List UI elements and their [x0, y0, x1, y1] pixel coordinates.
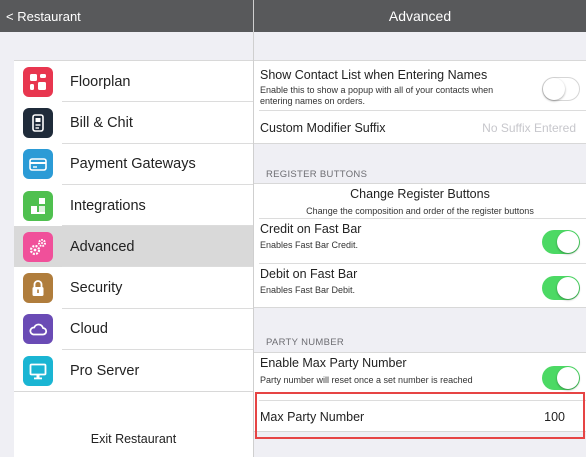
sidebar-item-label: Advanced	[70, 238, 135, 255]
row-divider	[259, 218, 586, 219]
register-buttons-section-header: REGISTER BUTTONS	[266, 169, 368, 180]
integrations-icon	[23, 190, 53, 221]
lock-icon	[23, 273, 53, 304]
change-register-buttons-description: Change the composition and order of the …	[306, 206, 534, 216]
debit-fast-bar-title: Debit on Fast Bar	[260, 267, 358, 281]
sidebar-item-label: Security	[70, 280, 123, 297]
enable-max-party-toggle[interactable]	[542, 366, 580, 390]
enable-max-party-description: Party number will reset once a set numbe…	[260, 375, 473, 385]
receipt-icon	[23, 107, 53, 138]
row-divider	[259, 110, 586, 111]
page-title: Advanced	[388, 8, 452, 24]
sidebar-item-label: Pro Server	[70, 362, 140, 379]
enable-max-party-title: Enable Max Party Number	[260, 356, 407, 370]
contact-list-description: Enable this to show a popup with all of …	[260, 85, 494, 106]
sidebar-item-payment-gateways[interactable]: Payment Gateways	[14, 144, 253, 186]
sidebar-menu: Floorplan Bill & Chit Payment Gateways I…	[14, 60, 253, 393]
party-number-section-header: PARTY NUMBER	[266, 337, 345, 348]
contact-list-title: Show Contact List when Entering Names	[260, 68, 488, 82]
sidebar-item-label: Integrations	[70, 197, 146, 214]
floorplan-icon	[23, 66, 53, 97]
row-divider	[259, 400, 586, 401]
sidebar-item-label: Floorplan	[70, 73, 131, 90]
debit-fast-bar-toggle[interactable]	[542, 276, 580, 300]
change-register-buttons-title: Change Register Buttons	[350, 187, 490, 201]
toggle-knob	[557, 231, 579, 253]
sidebar-item-label: Bill & Chit	[70, 114, 133, 131]
credit-fast-bar-description: Enables Fast Bar Credit.	[260, 240, 359, 250]
sidebar-item-label: Cloud	[70, 321, 108, 338]
modifier-suffix-input[interactable]: No Suffix Entered	[482, 121, 576, 135]
credit-card-icon	[23, 149, 53, 180]
sidebar-item-integrations[interactable]: Integrations	[14, 185, 253, 227]
modifier-suffix-title: Custom Modifier Suffix	[260, 121, 386, 135]
back-button[interactable]: < Restaurant	[0, 0, 253, 32]
row-divider	[259, 263, 586, 264]
register-buttons-group: Change Register Buttons Change the compo…	[254, 183, 586, 308]
sidebar-item-floorplan[interactable]: Floorplan	[14, 61, 253, 103]
exit-restaurant-button[interactable]: Exit Restaurant	[14, 424, 253, 454]
advanced-settings-panel: Show Contact List when Entering Names En…	[254, 32, 586, 457]
monitor-icon	[23, 355, 53, 386]
credit-fast-bar-toggle[interactable]	[542, 230, 580, 254]
toggle-knob	[557, 367, 579, 389]
sidebar-item-pro-server[interactable]: Pro Server	[14, 350, 253, 391]
party-number-group: Enable Max Party Number Party number wil…	[254, 352, 586, 432]
sidebar-item-security[interactable]: Security	[14, 267, 253, 310]
sidebar-item-label: Payment Gateways	[70, 156, 196, 173]
sidebar: Floorplan Bill & Chit Payment Gateways I…	[0, 32, 253, 457]
gears-icon	[23, 231, 53, 262]
sidebar-item-cloud[interactable]: Cloud	[14, 309, 253, 351]
cloud-icon	[23, 314, 53, 345]
contact-list-toggle[interactable]	[542, 77, 580, 101]
max-party-number-value[interactable]: 100	[544, 410, 565, 424]
toggle-knob	[557, 277, 579, 299]
sidebar-item-bill-chit[interactable]: Bill & Chit	[14, 102, 253, 144]
credit-fast-bar-title: Credit on Fast Bar	[260, 222, 362, 236]
toggle-knob	[543, 78, 565, 100]
max-party-number-title: Max Party Number	[260, 410, 365, 424]
sidebar-footer: Exit Restaurant	[14, 392, 253, 457]
sidebar-item-advanced[interactable]: Advanced	[14, 226, 253, 268]
navigation-bar: Advanced	[254, 0, 586, 32]
general-settings-group: Show Contact List when Entering Names En…	[254, 60, 586, 144]
back-label[interactable]: < Restaurant	[6, 9, 81, 24]
debit-fast-bar-description: Enables Fast Bar Debit.	[260, 285, 356, 295]
